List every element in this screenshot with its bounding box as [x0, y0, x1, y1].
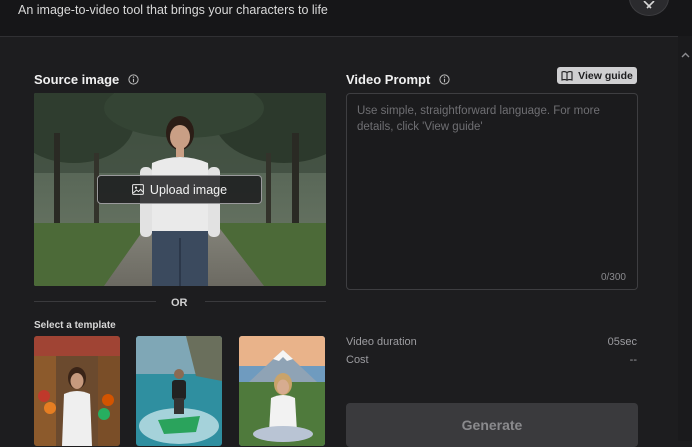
video-prompt-label: Video Prompt	[346, 72, 450, 87]
video-duration-label: Video duration	[346, 336, 417, 348]
template-jet-ski-rider[interactable]	[136, 336, 222, 446]
divider-left	[34, 301, 156, 302]
close-icon	[643, 1, 655, 9]
video-prompt-label-text: Video Prompt	[346, 72, 431, 87]
cost-label: Cost	[346, 354, 369, 366]
template-market-woman[interactable]	[34, 336, 120, 446]
source-image-label-text: Source image	[34, 72, 120, 87]
character-counter: 0/300	[600, 272, 626, 283]
cost-value: --	[629, 354, 637, 366]
chevron-up-icon[interactable]	[681, 52, 690, 58]
source-image-label: Source image	[34, 72, 139, 87]
market-woman-thumbnail	[34, 336, 120, 446]
image-icon	[132, 184, 144, 195]
info-icon[interactable]	[439, 74, 450, 85]
header-subtitle: An image-to-video tool that brings your …	[18, 3, 328, 17]
scrollbar[interactable]	[678, 36, 692, 441]
header-bar: An image-to-video tool that brings your …	[0, 0, 692, 37]
upload-image-label: Upload image	[149, 182, 228, 197]
jet-ski-thumbnail	[136, 336, 222, 446]
close-button[interactable]	[629, 0, 669, 16]
info-icon[interactable]	[128, 74, 139, 85]
video-prompt-box[interactable]: 0/300	[346, 93, 638, 290]
mountain-woman-thumbnail	[239, 336, 325, 446]
template-section-label: Select a template	[34, 320, 116, 331]
or-separator: OR	[171, 297, 188, 309]
upload-image-button[interactable]: Upload image	[97, 175, 262, 204]
video-prompt-input[interactable]	[347, 94, 637, 289]
view-guide-button[interactable]: View guide	[557, 67, 637, 84]
generate-button[interactable]: Generate	[346, 403, 638, 447]
book-icon	[561, 70, 573, 81]
video-duration-value: 05sec	[607, 336, 637, 348]
view-guide-label: View guide	[578, 69, 633, 82]
template-mountain-woman[interactable]	[239, 336, 325, 446]
divider-right	[205, 301, 326, 302]
